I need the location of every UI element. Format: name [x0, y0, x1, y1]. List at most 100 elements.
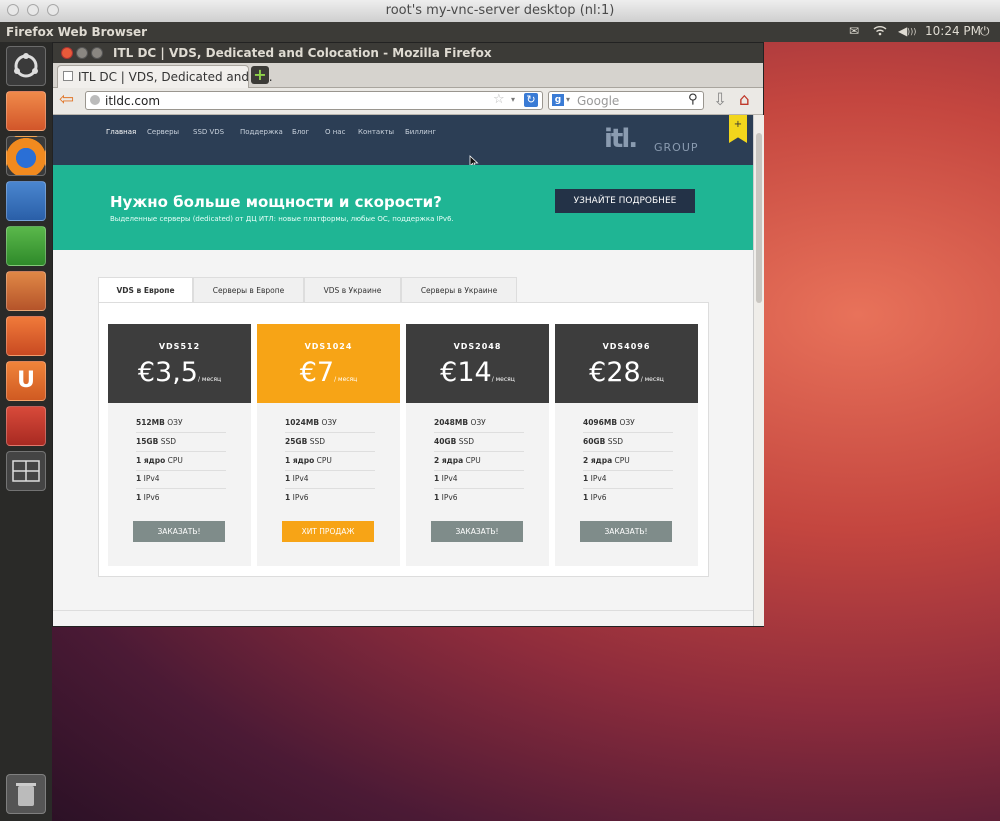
url-text[interactable]: itldc.com: [105, 94, 160, 108]
plan-header: VDS2048 €14/ месяц: [406, 324, 549, 403]
scrollbar-thumb[interactable]: [756, 133, 762, 303]
system-settings-icon[interactable]: [6, 406, 46, 446]
software-center-icon[interactable]: [6, 316, 46, 356]
nav-link-ssd-vds[interactable]: SSD VDS: [193, 128, 224, 136]
firefox-window-title: ITL DC | VDS, Dedicated and Colocation -…: [113, 46, 492, 60]
url-bar[interactable]: itldc.com ☆ ▾ ↻: [85, 91, 543, 110]
power-icon[interactable]: ⏻: [980, 24, 990, 39]
volume-icon[interactable]: ◀: [898, 24, 907, 38]
download-icon[interactable]: ⇩: [713, 90, 727, 110]
spec-label: IPv6: [141, 493, 160, 502]
spec-label: SSD: [605, 437, 623, 446]
nav-link-billing[interactable]: Биллинг: [405, 128, 436, 136]
minimize-icon[interactable]: [76, 47, 88, 59]
reload-icon[interactable]: ↻: [524, 93, 538, 107]
hero-heading: Нужно больше мощности и скорости?: [110, 193, 442, 211]
spec-row: 2 ядра CPU: [434, 453, 524, 471]
page-viewport: Главная Серверы SSD VDS Поддержка Блог О…: [53, 115, 753, 626]
vnc-window-titlebar: root's my-vnc-server desktop (nl:1): [0, 0, 1000, 23]
spec-label: IPv6: [588, 493, 607, 502]
nav-link-home[interactable]: Главная: [106, 128, 136, 136]
close-icon[interactable]: [61, 47, 73, 59]
site-identity-icon[interactable]: [90, 95, 100, 105]
clock[interactable]: 10:24 PM: [925, 24, 981, 38]
ubuntu-one-icon[interactable]: U: [6, 361, 46, 401]
price-period: / месяц: [640, 376, 664, 383]
nav-link-servers[interactable]: Серверы: [147, 128, 179, 136]
spec-value: 2 ядра: [434, 456, 464, 465]
nav-link-contacts[interactable]: Контакты: [358, 128, 394, 136]
firefox-titlebar: ITL DC | VDS, Dedicated and Colocation -…: [53, 43, 763, 63]
itl-logo[interactable]: itl. GROUP: [604, 125, 714, 155]
search-icon[interactable]: ⚲: [688, 92, 698, 107]
search-placeholder: Google: [577, 94, 620, 108]
spec-value: 60GB: [583, 437, 606, 446]
order-button[interactable]: ЗАКАЗАТЬ!: [431, 521, 523, 542]
price-period: / месяц: [197, 376, 222, 383]
spec-value: 1024MB: [285, 418, 320, 427]
maximize-icon[interactable]: [91, 47, 103, 59]
tab-vds-europe[interactable]: VDS в Европе: [98, 277, 193, 302]
spec-row: 1 IPv6: [136, 490, 226, 508]
search-bar[interactable]: g ▾ Google ⚲: [548, 91, 704, 110]
spec-value: 1 ядро: [285, 456, 315, 465]
spec-label: ОЗУ: [319, 418, 337, 427]
spec-value: 2 ядра: [583, 456, 613, 465]
firefox-icon[interactable]: [6, 136, 46, 176]
vnc-window-title: root's my-vnc-server desktop (nl:1): [385, 3, 615, 18]
browser-tab[interactable]: ITL DC | VDS, Dedicated and C...: [57, 65, 273, 88]
plan-header: VDS1024 €7/ месяц: [257, 324, 400, 403]
price-period: / месяц: [334, 376, 358, 383]
nav-link-blog[interactable]: Блог: [292, 128, 309, 136]
spec-label: SSD: [307, 437, 325, 446]
tab-servers-ukraine[interactable]: Серверы в Украине: [401, 277, 517, 302]
ubuntu-dash-icon[interactable]: [6, 46, 46, 86]
section-divider: [53, 610, 753, 611]
search-engine-dropdown-icon[interactable]: ▾: [566, 95, 570, 104]
tab-vds-ukraine[interactable]: VDS в Украине: [304, 277, 401, 302]
spec-row: 1 IPv4: [583, 471, 673, 489]
writer-icon[interactable]: [6, 181, 46, 221]
spec-value: 4096MB: [583, 418, 618, 427]
impress-icon[interactable]: [6, 271, 46, 311]
plan-name: VDS4096: [602, 342, 651, 351]
price-value: €28: [589, 357, 641, 388]
home-icon[interactable]: ⌂: [739, 90, 750, 110]
plan-header: VDS512 €3,5/ месяц: [108, 324, 251, 403]
plan-name: VDS2048: [453, 342, 502, 351]
top-panel: Firefox Web Browser ✉ ◀ ))) 10:24 PM ⏻: [0, 22, 1000, 42]
workspace-switcher-icon[interactable]: [6, 451, 46, 491]
page-scrollbar[interactable]: [753, 115, 764, 626]
spec-row: 60GB SSD: [583, 434, 673, 452]
order-button[interactable]: ЗАКАЗАТЬ!: [580, 521, 672, 542]
calc-icon[interactable]: [6, 226, 46, 266]
mail-icon[interactable]: ✉: [849, 24, 859, 38]
back-arrow-icon[interactable]: ⇦: [59, 91, 74, 109]
spec-label: ОЗУ: [617, 418, 635, 427]
plan-card-vds2048: VDS2048 €14/ месяц 2048MB ОЗУ 40GB SSD 2…: [406, 324, 549, 566]
bestseller-order-button[interactable]: ХИТ ПРОДАЖ: [282, 521, 374, 542]
new-tab-button[interactable]: +: [251, 66, 269, 84]
logo-group-text: GROUP: [654, 141, 699, 154]
network-icon[interactable]: [873, 24, 887, 39]
launcher: U: [0, 42, 53, 821]
order-button[interactable]: ЗАКАЗАТЬ!: [133, 521, 225, 542]
price-period: / месяц: [491, 376, 515, 383]
spec-value: 15GB: [136, 437, 159, 446]
spec-label: CPU: [314, 456, 332, 465]
tab-servers-europe[interactable]: Серверы в Европе: [193, 277, 304, 302]
trash-icon[interactable]: [6, 774, 46, 814]
bookmark-star-icon[interactable]: ☆: [493, 92, 505, 107]
history-dropdown-icon[interactable]: ▾: [511, 95, 515, 104]
nav-link-support[interactable]: Поддержка: [240, 128, 283, 136]
nav-link-about[interactable]: О нас: [325, 128, 345, 136]
plus-ribbon-icon[interactable]: +: [729, 115, 747, 143]
spec-row: 2048MB ОЗУ: [434, 415, 524, 433]
home-folder-icon[interactable]: [6, 91, 46, 131]
learn-more-button[interactable]: УЗНАЙТЕ ПОДРОБНЕЕ: [555, 189, 695, 213]
spec-row: 1 IPv4: [434, 471, 524, 489]
plan-price: €3,5/ месяц: [108, 357, 251, 388]
firefox-window: ITL DC | VDS, Dedicated and Colocation -…: [52, 42, 764, 627]
spec-label: SSD: [456, 437, 474, 446]
google-search-engine-icon[interactable]: g: [552, 94, 564, 106]
